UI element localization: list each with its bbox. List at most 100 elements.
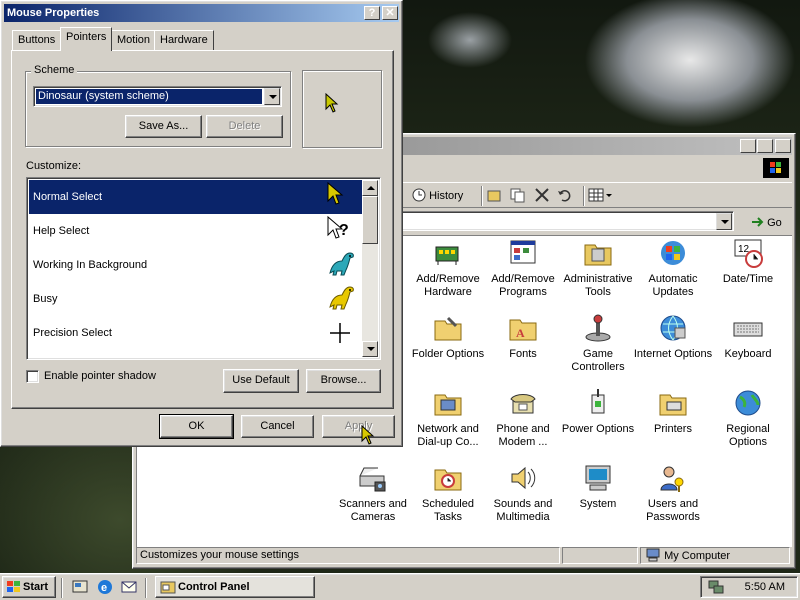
- control-panel-item-label: Network and Dial-up Co...: [417, 423, 479, 448]
- tab-hardware[interactable]: Hardware: [154, 30, 214, 50]
- control-panel-item[interactable]: Administrative Tools: [557, 237, 639, 299]
- dialog-title: Mouse Properties: [7, 7, 100, 19]
- history-button[interactable]: History: [412, 186, 463, 206]
- control-panel-item-label: Scheduled Tasks: [422, 498, 474, 523]
- ok-button[interactable]: OK: [159, 414, 234, 439]
- control-panel-item[interactable]: Scanners and Cameras: [332, 462, 414, 524]
- control-panel-item[interactable]: Automatic Updates: [632, 237, 714, 299]
- control-panel-item[interactable]: Network and Dial-up Co...: [407, 387, 489, 449]
- control-panel-item[interactable]: Add/Remove Programs: [482, 237, 564, 299]
- updates-icon: [661, 241, 685, 265]
- control-panel-item-label: Date/Time: [722, 273, 774, 285]
- browse-button[interactable]: Browse...: [306, 369, 381, 393]
- pointer-item-label: Busy: [33, 293, 58, 305]
- clock[interactable]: 5:50 AM: [745, 581, 785, 593]
- taskbar: Start e Control Panel 5:50 AM: [0, 573, 800, 600]
- mouse-properties-titlebar[interactable]: Mouse Properties ? ✕: [4, 4, 399, 22]
- pointer-list-scrollbar[interactable]: [362, 180, 378, 357]
- svg-text:e: e: [101, 582, 107, 594]
- users-icon: [660, 466, 684, 492]
- maximize-button[interactable]: □: [757, 139, 773, 153]
- scroll-down-button[interactable]: [362, 341, 378, 357]
- copy-to-icon[interactable]: [509, 186, 527, 206]
- globe-icon: [735, 390, 761, 416]
- pointers-panel: Scheme Dinosaur (system scheme) Save As.…: [11, 50, 394, 409]
- pointer-shadow-label[interactable]: Enable pointer shadow: [44, 370, 156, 382]
- control-panel-item[interactable]: A Fonts: [482, 312, 564, 361]
- control-panel-item-label: Add/Remove Programs: [491, 273, 555, 298]
- keyboard-icon: [733, 322, 763, 337]
- tab-pointers[interactable]: Pointers: [60, 27, 113, 51]
- control-panel-item-label: Scanners and Cameras: [339, 498, 407, 523]
- pointer-item-label: Normal Select: [33, 191, 103, 203]
- pointer-list-item[interactable]: Busy: [29, 282, 362, 316]
- go-label: Go: [767, 217, 782, 229]
- internet-explorer-icon[interactable]: e: [96, 578, 114, 596]
- control-panel-item[interactable]: System: [557, 462, 639, 511]
- show-desktop-icon[interactable]: [71, 578, 89, 596]
- scheme-select[interactable]: Dinosaur (system scheme): [33, 86, 282, 107]
- control-panel-icon: [160, 581, 176, 594]
- control-panel-item[interactable]: Keyboard: [707, 312, 789, 361]
- hardware-icon: [435, 246, 459, 265]
- pointer-list-item[interactable]: Help Select?: [29, 214, 362, 248]
- delete-icon[interactable]: [533, 186, 551, 206]
- dinosaur-working-icon: [329, 252, 354, 276]
- undo-icon[interactable]: [556, 186, 574, 206]
- pointer-shadow-checkbox[interactable]: [26, 370, 39, 383]
- scheme-dropdown-button[interactable]: [264, 88, 280, 105]
- pointer-list-item[interactable]: Normal Select: [29, 180, 362, 214]
- control-panel-item[interactable]: Folder Options: [407, 312, 489, 361]
- tab-motion[interactable]: Motion: [111, 30, 157, 50]
- control-panel-item[interactable]: Printers: [632, 387, 714, 436]
- fonts-icon: A: [509, 319, 537, 341]
- pointer-preview: [302, 70, 382, 148]
- task-control-panel[interactable]: Control Panel: [155, 576, 315, 598]
- pointer-item-label: Help Select: [33, 225, 90, 237]
- system-icon: [585, 465, 611, 491]
- delete-button: Delete: [206, 115, 283, 138]
- control-panel-item[interactable]: Phone and Modem ...: [482, 387, 564, 449]
- apply-button: Apply: [322, 415, 395, 438]
- control-panel-item-label: Folder Options: [411, 348, 485, 360]
- control-panel-item[interactable]: Game Controllers: [557, 312, 639, 374]
- status-zone-label: My Computer: [664, 550, 731, 562]
- cancel-button[interactable]: Cancel: [241, 415, 314, 438]
- control-panel-item[interactable]: Add/Remove Hardware: [407, 237, 489, 299]
- status-empty-cell: [562, 547, 638, 564]
- move-to-icon[interactable]: [486, 186, 504, 206]
- close-button[interactable]: ✕: [382, 6, 398, 20]
- network-tray-icon[interactable]: [707, 579, 725, 595]
- control-panel-item[interactable]: Internet Options: [632, 312, 714, 361]
- control-panel-item-label: Automatic Updates: [648, 273, 698, 298]
- admin-tools-icon: [584, 244, 612, 266]
- windows-flag-icon: [7, 581, 20, 592]
- save-as-button[interactable]: Save As...: [125, 115, 202, 138]
- control-panel-item[interactable]: Scheduled Tasks: [407, 462, 489, 524]
- control-panel-item[interactable]: Sounds and Multimedia: [482, 462, 564, 524]
- pointer-list-item[interactable]: Working In Background: [29, 248, 362, 282]
- help-button[interactable]: ?: [364, 6, 380, 20]
- use-default-button[interactable]: Use Default: [223, 369, 299, 393]
- scroll-up-button[interactable]: [362, 180, 378, 196]
- close-button[interactable]: ✕: [775, 139, 791, 153]
- scroll-thumb[interactable]: [362, 196, 378, 244]
- outlook-express-icon[interactable]: [120, 578, 138, 596]
- tab-buttons[interactable]: Buttons: [12, 30, 62, 50]
- address-dropdown-button[interactable]: [716, 213, 732, 230]
- pointer-item-label: Working In Background: [33, 259, 148, 271]
- control-panel-item[interactable]: Power Options: [557, 387, 639, 436]
- pointer-list-item[interactable]: Precision Select: [29, 316, 362, 350]
- pointer-list[interactable]: Normal Select Help Select? Working In Back…: [26, 177, 381, 360]
- control-panel-item[interactable]: Regional Options: [707, 387, 789, 449]
- minimize-button[interactable]: _: [740, 139, 756, 153]
- control-panel-item[interactable]: 12 Date/Time: [707, 237, 789, 286]
- views-icon[interactable]: [588, 186, 614, 206]
- control-panel-item-label: Phone and Modem ...: [496, 423, 550, 448]
- control-panel-item-label: Users and Passwords: [646, 498, 700, 523]
- go-button[interactable]: Go: [750, 213, 782, 233]
- programs-icon: [510, 240, 536, 264]
- control-panel-item[interactable]: Users and Passwords: [632, 462, 714, 524]
- start-button[interactable]: Start: [2, 576, 56, 598]
- svg-text:A: A: [516, 326, 525, 340]
